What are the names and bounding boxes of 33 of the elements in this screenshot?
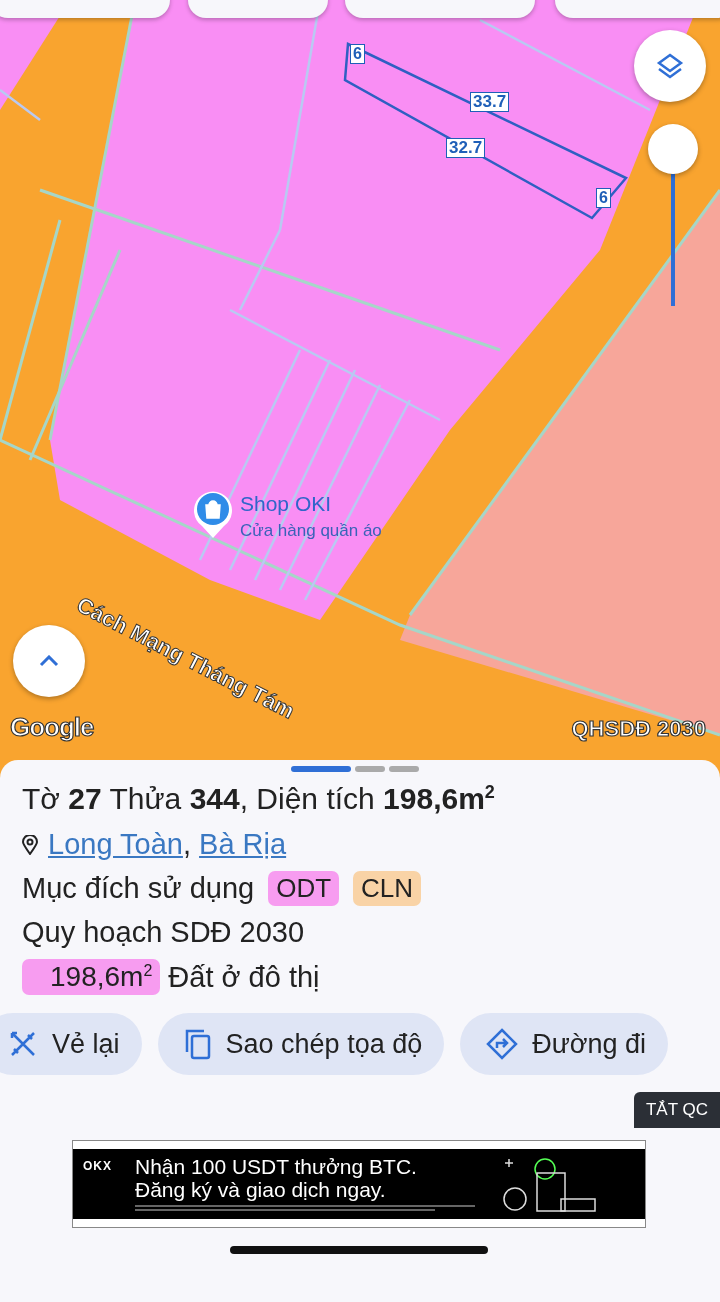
- measurement-label: 32.7: [446, 138, 486, 158]
- measurement-label: 6: [596, 188, 611, 208]
- ad-banner[interactable]: OKX Nhận 100 USDT thưởng BTC. Đăng ký và giao dịch ngay.: [72, 1140, 646, 1228]
- measurement-label: 33.7: [470, 92, 510, 112]
- copy-icon: [183, 1028, 212, 1060]
- area-tag: 198,6m$^{2}$: [22, 959, 161, 995]
- location-pin-icon: [22, 834, 38, 855]
- zoom-slider[interactable]: [671, 174, 675, 306]
- parcel-title: Tờ 27 Thửa 344, Diện tích 198,6m$^{2}$: [22, 782, 496, 816]
- action-button[interactable]: Vẻ lại: [0, 1013, 142, 1075]
- page-indicator[interactable]: [291, 766, 351, 772]
- usage-label: Mục đích sử dụng: [22, 872, 255, 905]
- usage-tag: ODT: [268, 871, 340, 906]
- plan-title: Quy hoạch SDĐ 2030: [22, 916, 306, 949]
- measurement-label: 6: [350, 44, 365, 64]
- close-ads-button[interactable]: TẮT QC: [633, 1092, 720, 1128]
- layers-icon: [656, 52, 684, 80]
- land-type: Đất ở đô thị: [168, 960, 320, 994]
- action-button[interactable]: Sao chép tọa độ: [157, 1013, 445, 1075]
- page-indicator[interactable]: [389, 766, 419, 772]
- place-category: Cửa hàng quần áo: [240, 521, 382, 541]
- map-logo: Google: [10, 712, 94, 743]
- chevron-up-icon: [39, 655, 59, 667]
- page-indicator[interactable]: [355, 766, 385, 772]
- location-link[interactable]: Long Toàn: [48, 828, 183, 860]
- ad-brand: OKX: [83, 1159, 112, 1173]
- usage-tag: CLN: [353, 871, 422, 906]
- ad-headline: Nhận 100 USDT thưởng BTC. Đăng ký và giao dịch ngay.: [135, 1155, 417, 1201]
- location-link[interactable]: Bà Rịa: [199, 828, 287, 860]
- layer-label: QHSDĐ 2030: [571, 716, 706, 742]
- action-button[interactable]: Đường đi: [460, 1013, 669, 1075]
- comma: ,: [182, 828, 192, 860]
- directions-icon: [486, 1028, 519, 1060]
